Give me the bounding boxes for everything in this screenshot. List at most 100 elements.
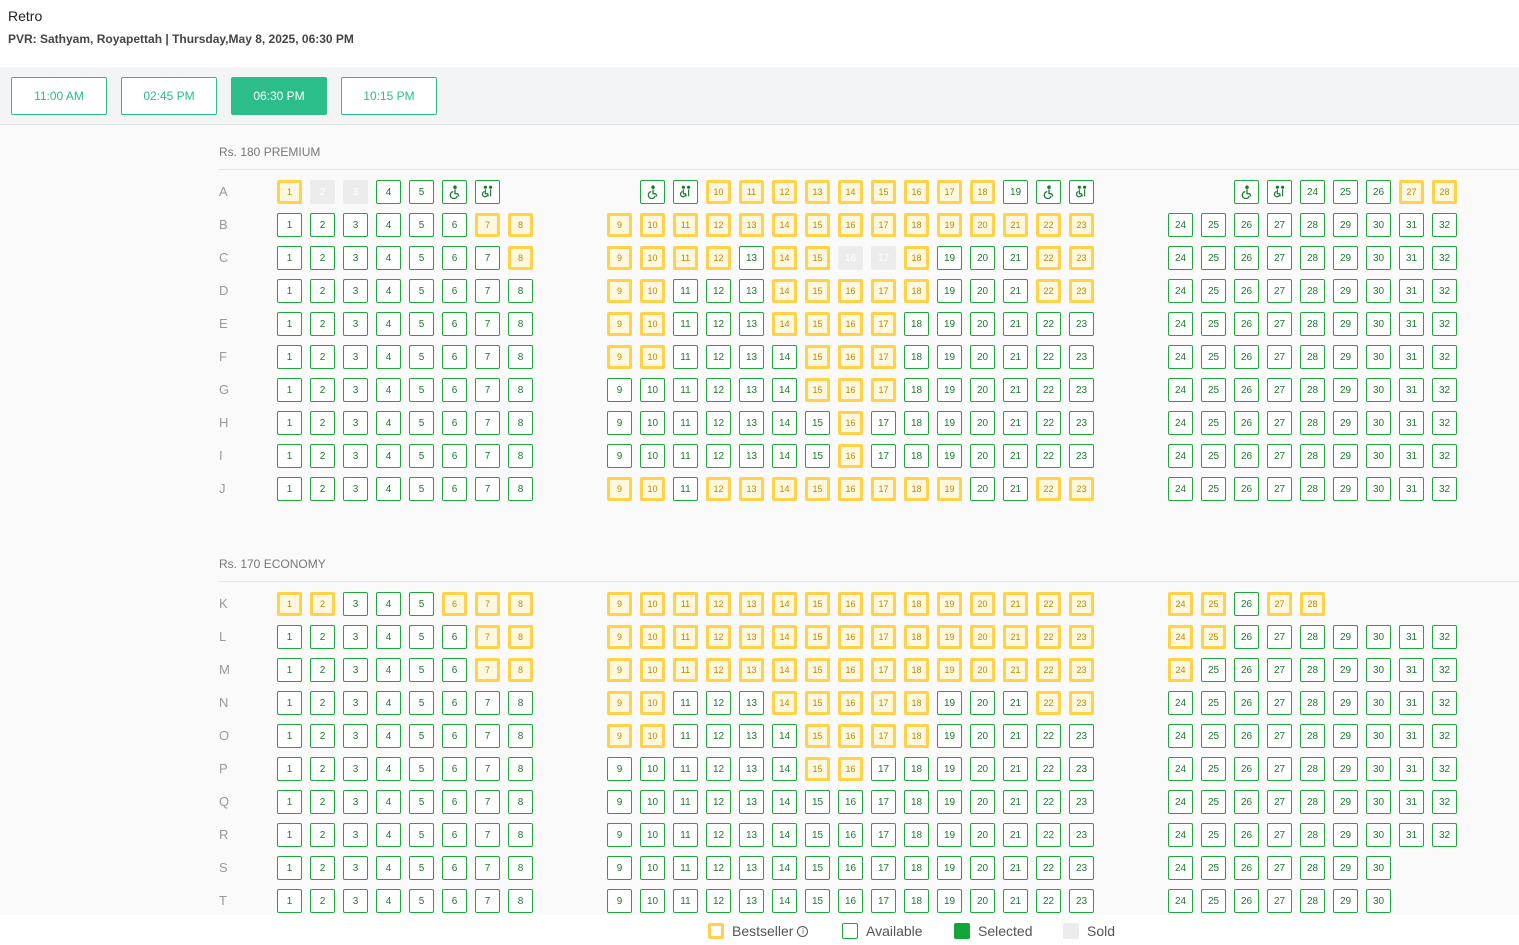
seat[interactable]: 4 [376,378,401,402]
seat[interactable]: 11 [739,180,764,204]
seat[interactable]: 26 [1234,691,1259,715]
seat[interactable]: 6 [442,823,467,847]
seat[interactable]: 19 [937,724,962,748]
seat[interactable]: 28 [1432,180,1457,204]
seat[interactable]: 25 [1201,790,1226,814]
seat[interactable]: 30 [1366,724,1391,748]
seat[interactable]: 1 [277,444,302,468]
showtime-button-1[interactable]: 11:00 AM [11,77,107,115]
wheelchair-icon[interactable] [442,180,467,204]
seat[interactable]: 20 [970,246,995,270]
seat[interactable]: 16 [838,790,863,814]
seat[interactable]: 4 [376,658,401,682]
seat[interactable]: 10 [640,279,665,303]
seat[interactable]: 30 [1366,477,1391,501]
wheelchair-icon[interactable] [1234,180,1259,204]
seat[interactable]: 11 [673,757,698,781]
seat[interactable]: 25 [1201,823,1226,847]
seat[interactable]: 5 [409,889,434,913]
seat[interactable]: 31 [1399,411,1424,435]
seat[interactable]: 14 [772,279,797,303]
seat[interactable]: 29 [1333,658,1358,682]
seat[interactable]: 1 [277,312,302,336]
seat[interactable]: 17 [871,823,896,847]
showtime-button-4[interactable]: 10:15 PM [341,77,437,115]
seat[interactable]: 1 [277,180,302,204]
seat[interactable]: 3 [343,312,368,336]
seat[interactable]: 14 [772,823,797,847]
seat[interactable]: 3 [343,213,368,237]
seat[interactable]: 2 [310,889,335,913]
seat[interactable]: 29 [1333,477,1358,501]
seat[interactable]: 21 [1003,592,1028,616]
seat[interactable]: 13 [739,213,764,237]
seat[interactable]: 18 [904,246,929,270]
seat[interactable]: 15 [805,856,830,880]
seat[interactable]: 9 [607,444,632,468]
seat[interactable]: 2 [310,213,335,237]
seat[interactable]: 14 [772,411,797,435]
seat[interactable]: 29 [1333,856,1358,880]
seat[interactable]: 6 [442,691,467,715]
seat[interactable]: 22 [1036,625,1061,649]
seat[interactable]: 15 [805,823,830,847]
seat[interactable]: 12 [706,823,731,847]
seat[interactable]: 5 [409,592,434,616]
seat[interactable]: 20 [970,658,995,682]
seat[interactable]: 3 [343,592,368,616]
seat[interactable]: 27 [1267,625,1292,649]
seat[interactable]: 2 [310,345,335,369]
seat[interactable]: 22 [1036,279,1061,303]
seat[interactable]: 14 [772,724,797,748]
seat[interactable]: 5 [409,345,434,369]
seat[interactable]: 31 [1399,378,1424,402]
seat[interactable]: 25 [1201,658,1226,682]
seat[interactable]: 21 [1003,345,1028,369]
seat[interactable]: 18 [904,691,929,715]
seat[interactable]: 12 [706,279,731,303]
seat[interactable]: 12 [706,312,731,336]
seat[interactable]: 8 [508,378,533,402]
seat[interactable]: 13 [739,889,764,913]
seat[interactable]: 2 [310,477,335,501]
info-icon[interactable]: i [797,925,809,937]
seat[interactable]: 2 [310,724,335,748]
seat[interactable]: 14 [772,856,797,880]
seat[interactable]: 32 [1432,724,1457,748]
seat[interactable]: 31 [1399,691,1424,715]
seat[interactable]: 9 [607,246,632,270]
seat[interactable]: 20 [970,889,995,913]
seat[interactable]: 29 [1333,691,1358,715]
seat[interactable]: 8 [508,625,533,649]
showtime-button-3[interactable]: 06:30 PM [231,77,327,115]
seat[interactable]: 18 [904,823,929,847]
seat[interactable]: 22 [1036,691,1061,715]
seat[interactable]: 24 [1168,889,1193,913]
seat[interactable]: 9 [607,279,632,303]
seat[interactable]: 26 [1234,213,1259,237]
seat[interactable]: 14 [772,213,797,237]
seat[interactable]: 6 [442,246,467,270]
seat[interactable]: 9 [607,592,632,616]
seat[interactable]: 14 [772,691,797,715]
seat[interactable]: 2 [310,444,335,468]
seat[interactable]: 7 [475,279,500,303]
seat[interactable]: 18 [904,477,929,501]
seat[interactable]: 21 [1003,213,1028,237]
seat[interactable]: 29 [1333,378,1358,402]
seat[interactable]: 29 [1333,345,1358,369]
seat[interactable]: 3 [343,658,368,682]
seat[interactable]: 19 [937,345,962,369]
seat[interactable]: 11 [673,856,698,880]
seat[interactable]: 3 [343,477,368,501]
seat[interactable]: 3 [343,279,368,303]
seat[interactable]: 27 [1267,790,1292,814]
seat[interactable]: 19 [937,691,962,715]
seat[interactable]: 24 [1168,213,1193,237]
seat[interactable]: 26 [1234,345,1259,369]
seat[interactable]: 7 [475,213,500,237]
seat[interactable]: 5 [409,312,434,336]
seat[interactable]: 30 [1366,312,1391,336]
seat[interactable]: 28 [1300,856,1325,880]
seat[interactable]: 15 [871,180,896,204]
